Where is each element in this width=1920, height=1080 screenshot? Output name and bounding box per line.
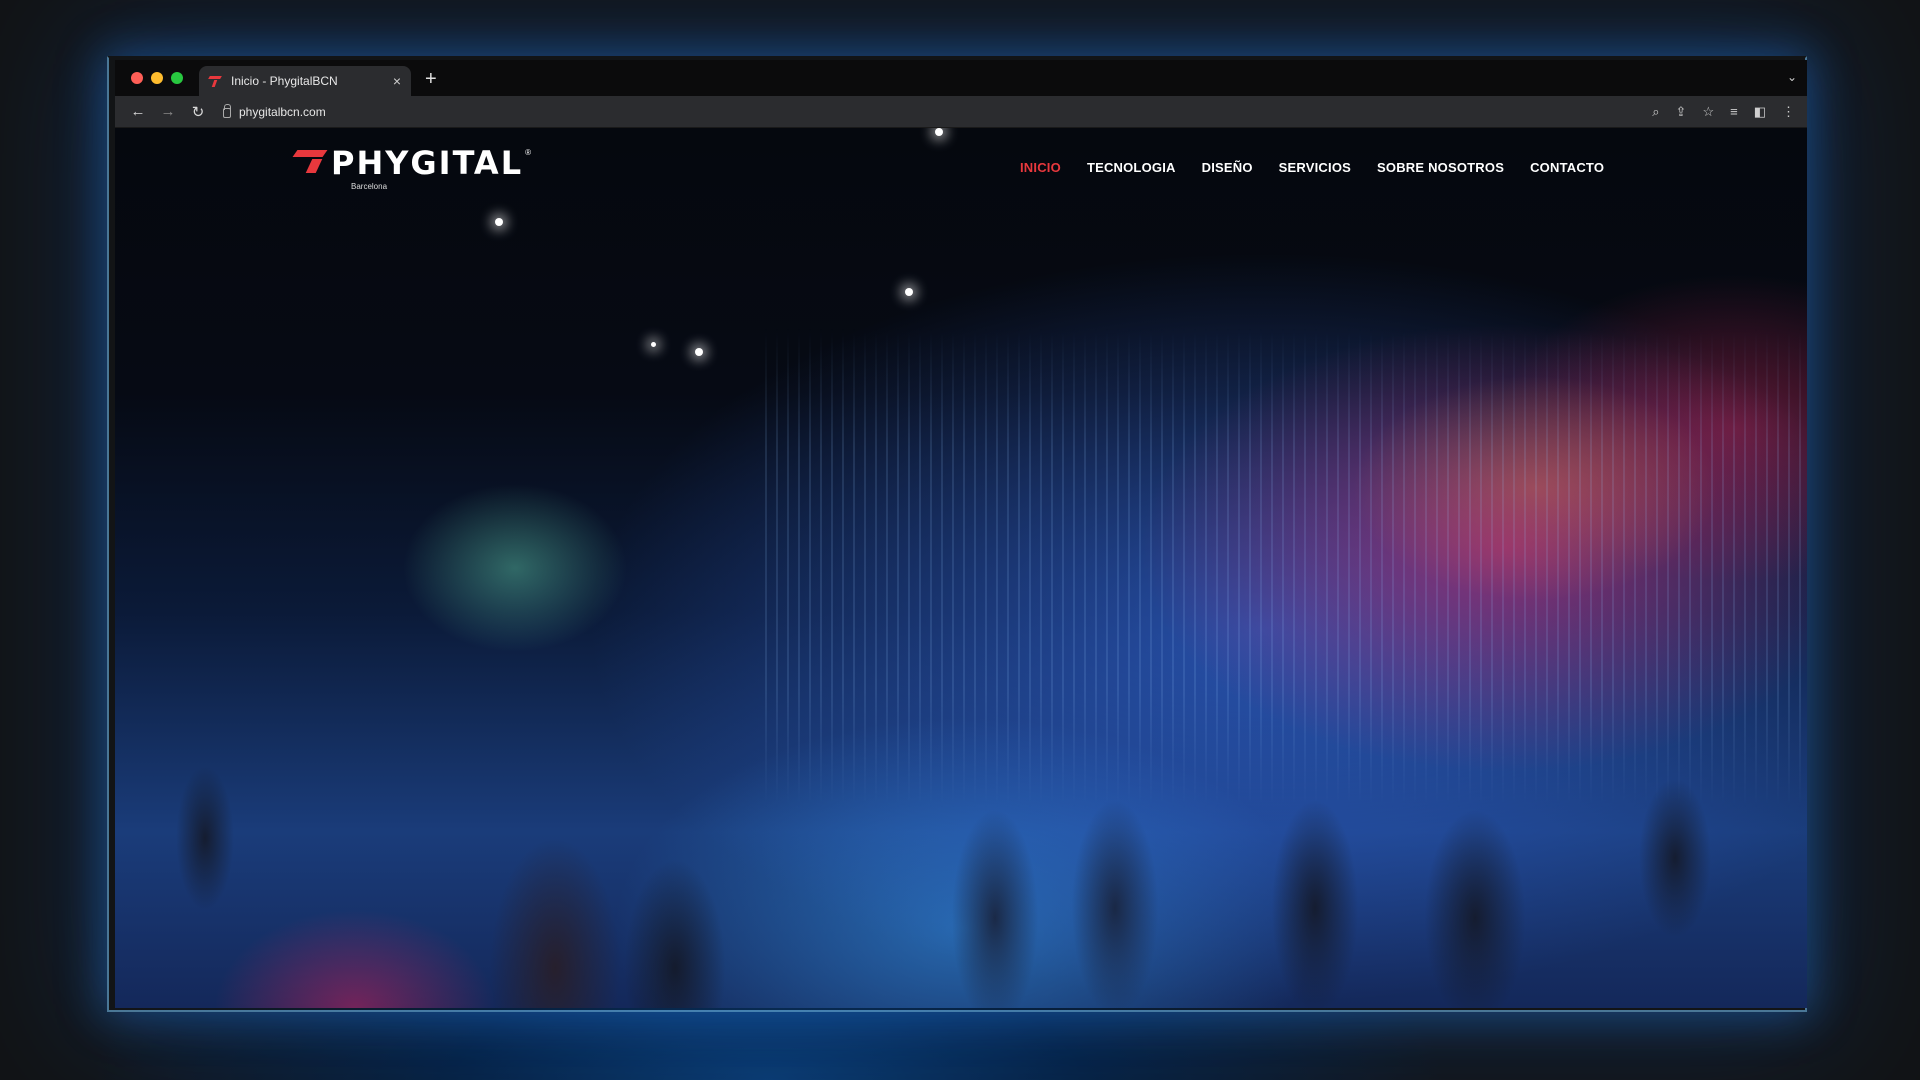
favicon-icon — [209, 75, 223, 87]
logo-registered-mark: ® — [525, 148, 531, 157]
nav-item-servicios[interactable]: SERVICIOS — [1279, 160, 1351, 175]
reading-list-icon[interactable]: ≡ — [1730, 104, 1738, 119]
menu-icon[interactable]: ⋮ — [1782, 104, 1795, 120]
nav-item-diseno[interactable]: DISEÑO — [1202, 160, 1253, 175]
ceiling-light — [651, 342, 656, 347]
toolbar-icons: ⌕ ⇪ ☆ ≡ ◧ ⋮ — [1652, 104, 1795, 120]
logo-subtitle: Barcelona — [351, 182, 388, 191]
back-icon[interactable]: ← — [123, 103, 153, 120]
site-logo[interactable]: PHYGITAL ® — [295, 144, 531, 182]
address-bar[interactable]: phygitalbcn.com — [213, 99, 1652, 125]
close-window-button[interactable] — [131, 72, 143, 84]
lock-icon[interactable] — [223, 104, 231, 118]
ceiling-light — [935, 128, 943, 136]
ceiling-light — [695, 348, 703, 356]
forward-icon[interactable]: → — [153, 103, 183, 120]
browser-toolbar: ← → ↻ phygitalbcn.com ⌕ ⇪ ☆ ≡ ◧ ⋮ — [115, 96, 1807, 128]
nav-item-sobre-nosotros[interactable]: SOBRE NOSOTROS — [1377, 160, 1504, 175]
star-icon[interactable]: ☆ — [1702, 104, 1714, 120]
reload-icon[interactable]: ↻ — [183, 103, 213, 121]
sidebar-icon[interactable]: ◧ — [1754, 104, 1766, 120]
browser-window: Inicio - PhygitalBCN × + ⌄ ← → ↻ phygita… — [115, 60, 1807, 1008]
zoom-icon[interactable]: ⌕ — [1652, 104, 1659, 120]
ceiling-light — [905, 288, 913, 296]
window-controls — [131, 72, 183, 84]
share-icon[interactable]: ⇪ — [1676, 104, 1687, 120]
logo-wordmark: PHYGITAL — [331, 144, 524, 182]
tab-strip: Inicio - PhygitalBCN × + ⌄ — [115, 60, 1807, 96]
maximize-window-button[interactable] — [171, 72, 183, 84]
minimize-window-button[interactable] — [151, 72, 163, 84]
nav-item-inicio[interactable]: INICIO — [1020, 160, 1061, 175]
tab-title: Inicio - PhygitalBCN — [231, 74, 338, 88]
ceiling-light — [495, 218, 503, 226]
nav-item-tecnologia[interactable]: TECNOLOGIA — [1087, 160, 1176, 175]
tab-close-icon[interactable]: × — [393, 74, 401, 88]
nav-item-contacto[interactable]: CONTACTO — [1530, 160, 1604, 175]
logo-mark-icon — [295, 150, 329, 174]
main-nav: INICIO TECNOLOGIA DISEÑO SERVICIOS SOBRE… — [1020, 160, 1604, 175]
active-tab[interactable]: Inicio - PhygitalBCN × — [199, 66, 411, 96]
url-text[interactable]: phygitalbcn.com — [239, 105, 326, 119]
hero-section: PHYGITAL ® Barcelona INICIO TECNOLOGIA D… — [115, 128, 1807, 1008]
crowd-silhouettes — [115, 588, 1807, 1008]
new-tab-button[interactable]: + — [425, 68, 437, 91]
tab-search-button[interactable]: ⌄ — [1787, 70, 1797, 84]
